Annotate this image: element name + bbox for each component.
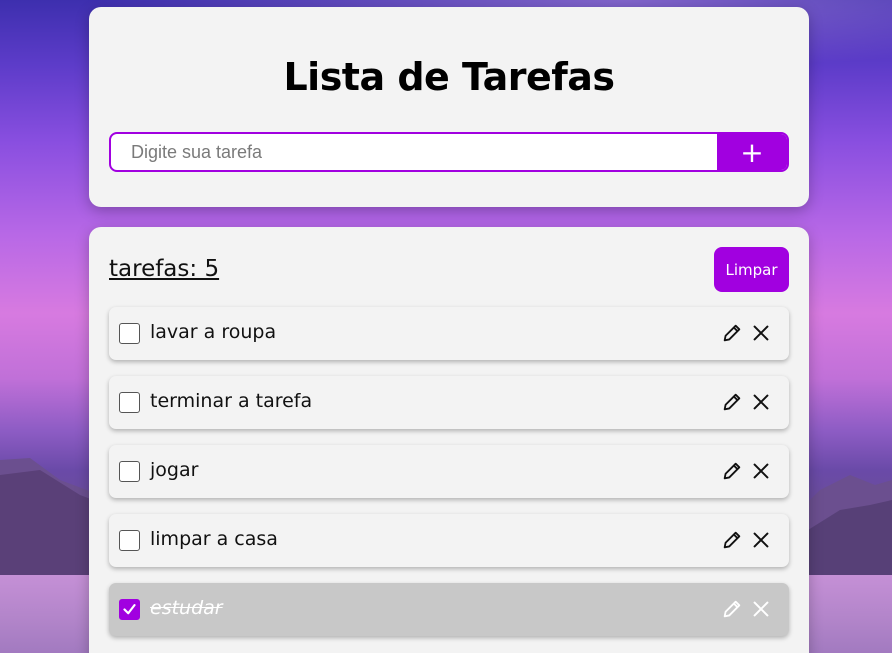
task-label: estudar [150, 597, 223, 619]
task-checkbox[interactable] [119, 392, 140, 413]
close-icon[interactable] [750, 322, 772, 344]
task-item: lavar a roupa [109, 307, 789, 360]
header-card: Lista de Tarefas + [89, 7, 809, 207]
task-input[interactable] [111, 134, 717, 170]
pencil-icon[interactable] [721, 460, 743, 482]
check-icon [123, 604, 136, 615]
task-checkbox[interactable] [119, 461, 140, 482]
task-item: limpar a casa [109, 514, 789, 567]
task-label: jogar [150, 459, 199, 481]
clear-button[interactable]: Limpar [714, 247, 789, 292]
task-checkbox-checked[interactable] [119, 599, 140, 620]
pencil-icon[interactable] [721, 391, 743, 413]
pencil-icon[interactable] [721, 322, 743, 344]
close-icon[interactable] [750, 460, 772, 482]
task-label: limpar a casa [150, 528, 278, 550]
task-input-row: + [109, 132, 789, 172]
task-item: terminar a tarefa [109, 376, 789, 429]
plus-icon: + [740, 136, 764, 169]
close-icon[interactable] [750, 391, 772, 413]
page-title: Lista de Tarefas [283, 55, 615, 99]
task-item-done: estudar [109, 583, 789, 636]
task-checkbox[interactable] [119, 530, 140, 551]
task-label: lavar a roupa [150, 321, 277, 343]
close-icon[interactable] [750, 598, 772, 620]
task-checkbox[interactable] [119, 323, 140, 344]
pencil-icon[interactable] [721, 529, 743, 551]
task-item: jogar [109, 445, 789, 498]
task-list-card: tarefas: 5 Limpar lavar a roupa terminar… [89, 227, 809, 653]
task-list: lavar a roupa terminar a tarefa jogar li… [109, 307, 789, 652]
pencil-icon[interactable] [721, 598, 743, 620]
add-task-button[interactable]: + [717, 134, 787, 170]
close-icon[interactable] [750, 529, 772, 551]
task-count: tarefas: 5 [109, 256, 220, 282]
task-label: terminar a tarefa [150, 390, 313, 412]
